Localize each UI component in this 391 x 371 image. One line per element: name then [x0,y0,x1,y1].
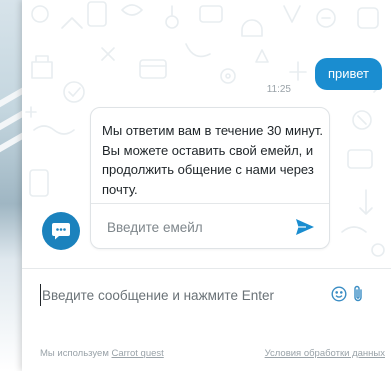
bot-message-text: Мы ответим вам в течение 30 минут. Вы мо… [102,123,324,197]
background-page-strip [0,0,22,371]
email-field[interactable] [107,216,287,238]
carrot-quest-link[interactable]: Carrot quest [112,348,164,359]
powered-by-prefix: Мы используем [40,348,109,359]
send-icon[interactable] [295,218,315,236]
powered-by: Мы используем Carrot quest [40,348,164,359]
chat-bubble-icon [52,223,70,240]
conversation-area[interactable]: привет 11:25 Мы ответим вам в течение 30… [22,0,391,268]
operator-avatar [42,212,80,250]
card-divider [91,203,329,204]
message-input[interactable] [40,284,325,306]
data-terms-link[interactable]: Условия обработки данных [265,348,385,359]
smile-icon[interactable] [331,286,347,302]
outgoing-message: привет [314,58,382,90]
paperclip-icon[interactable] [352,285,364,303]
email-request-card: Мы ответим вам в течение 30 минут. Вы мо… [90,107,330,249]
message-timestamp: 11:25 [266,84,291,95]
composer-divider [22,268,391,269]
chat-widget: привет 11:25 Мы ответим вам в течение 30… [22,0,391,371]
